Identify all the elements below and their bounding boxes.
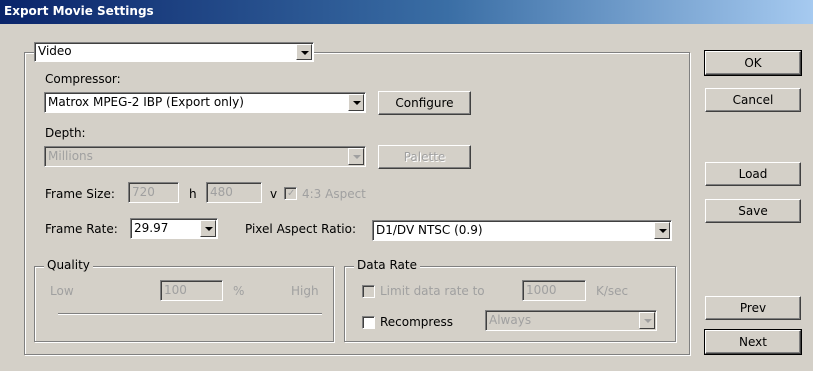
frame-width-input[interactable]: 720 [128,182,179,203]
depth-select[interactable]: Millions [44,146,366,167]
quality-high-label: High [291,284,319,298]
chevron-down-icon[interactable] [639,312,655,329]
frame-height-input[interactable]: 480 [206,182,262,203]
recompress-checkbox[interactable] [362,316,375,329]
frame-rate-label: Frame Rate: [45,222,118,236]
quality-percent: % [233,284,245,298]
frame-size-label: Frame Size: [45,187,115,201]
quality-slider-track[interactable] [58,313,322,314]
data-rate-legend: Data Rate [354,258,420,272]
recompress-select[interactable]: Always [485,310,657,331]
quality-low-label: Low [50,284,74,298]
window-title: Export Movie Settings [4,4,154,18]
frame-rate-value: 29.97 [134,221,169,235]
quality-input[interactable]: 100 [160,280,223,301]
frame-width-value: 720 [132,185,155,199]
palette-button[interactable]: Palette [378,145,471,169]
depth-label: Depth: [45,126,86,140]
chevron-down-icon[interactable] [654,222,670,239]
compressor-select[interactable]: Matrox MPEG-2 IBP (Export only) [44,92,366,113]
quality-legend: Quality [44,258,93,272]
quality-group [34,266,334,342]
checkmark-icon: ✓ [287,188,296,199]
depth-value: Millions [48,149,93,163]
compressor-label: Compressor: [45,72,121,86]
cancel-button[interactable]: Cancel [705,88,801,112]
pixel-aspect-label: Pixel Aspect Ratio: [245,222,356,236]
limit-rate-label: Limit data rate to [380,284,485,298]
settings-category-value: Video [38,44,72,58]
save-button[interactable]: Save [705,199,801,223]
limit-rate-input[interactable]: 1000 [522,280,586,301]
frame-height-unit: v [270,187,278,201]
recompress-value: Always [489,313,532,327]
limit-rate-value: 1000 [526,283,557,297]
load-button[interactable]: Load [705,162,801,186]
chevron-down-icon[interactable] [348,148,364,165]
title-bar: Export Movie Settings [0,0,813,24]
aspect-label: 4:3 Aspect [302,187,366,201]
next-button[interactable]: Next [704,329,802,355]
chevron-down-icon[interactable] [348,94,364,111]
aspect-checkbox[interactable]: ✓ [284,187,297,200]
frame-width-unit: h [189,187,197,201]
recompress-label: Recompress [380,315,453,329]
pixel-aspect-value: D1/DV NTSC (0.9) [376,223,483,237]
quality-value: 100 [164,283,187,297]
chevron-down-icon[interactable] [200,220,216,237]
prev-button[interactable]: Prev [705,296,801,320]
limit-rate-checkbox[interactable] [362,285,375,298]
ok-button[interactable]: OK [704,50,802,76]
settings-category-select[interactable]: Video [34,42,314,62]
compressor-value: Matrox MPEG-2 IBP (Export only) [48,95,244,109]
configure-button[interactable]: Configure [378,91,471,115]
pixel-aspect-select[interactable]: D1/DV NTSC (0.9) [372,220,672,241]
limit-rate-unit: K/sec [596,284,629,298]
frame-rate-select[interactable]: 29.97 [130,218,218,239]
frame-height-value: 480 [210,185,233,199]
chevron-down-icon[interactable] [296,44,312,60]
